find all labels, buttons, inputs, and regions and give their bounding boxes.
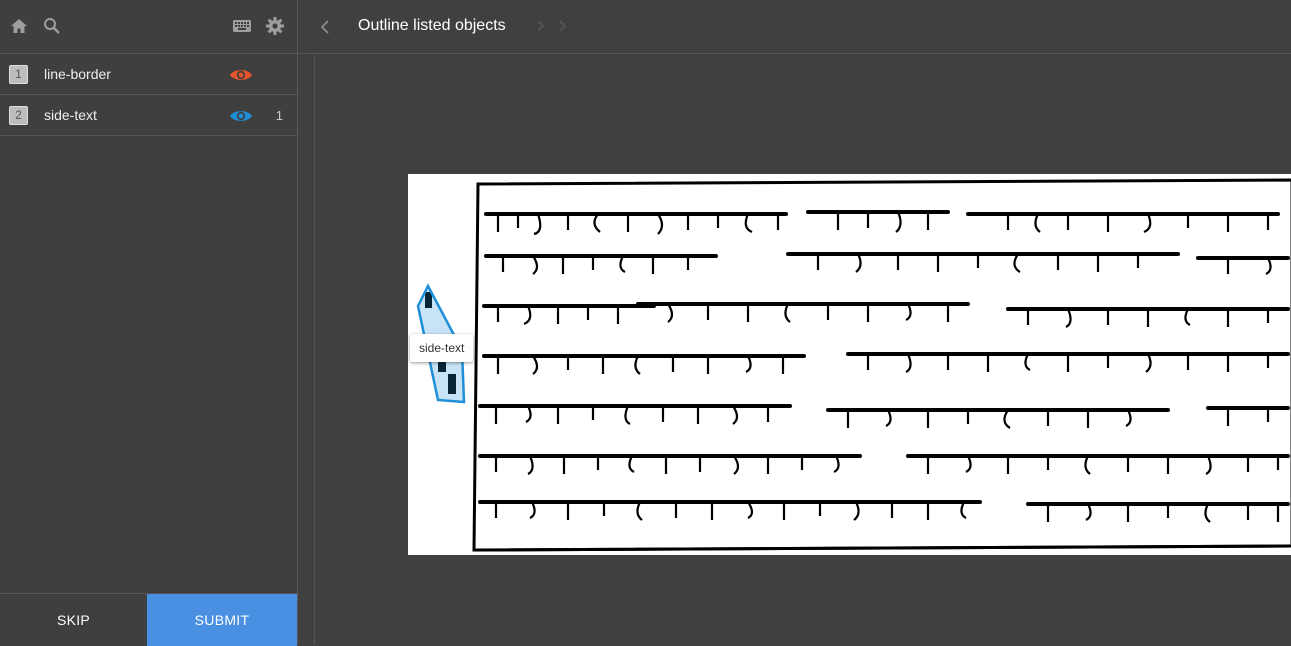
eye-icon[interactable] — [229, 67, 253, 83]
manuscript-graphic — [416, 178, 1291, 552]
gear-icon[interactable] — [265, 16, 285, 36]
hotkey-badge: 1 — [9, 65, 28, 84]
action-bar: SKIP SUBMIT — [0, 593, 298, 646]
eye-icon[interactable] — [229, 108, 253, 124]
label-count: 1 — [275, 108, 283, 123]
sidebar: 1 line-border 2 side-text 1 SKIP SUBMIT — [0, 0, 298, 646]
chevron-right-icon — [537, 20, 566, 32]
chevron-left-icon[interactable] — [318, 17, 332, 37]
label-name: line-border — [44, 66, 111, 82]
annotation-tooltip: side-text — [410, 334, 474, 362]
label-item-side-text[interactable]: 2 side-text 1 — [0, 95, 297, 136]
task-header: Outline listed objects — [298, 0, 1291, 54]
keyboard-icon[interactable] — [232, 16, 252, 36]
hotkey-badge: 2 — [9, 106, 28, 125]
home-icon[interactable] — [9, 16, 29, 36]
submit-button[interactable]: SUBMIT — [147, 594, 297, 646]
manuscript-image[interactable] — [408, 174, 1291, 555]
label-item-line-border[interactable]: 1 line-border — [0, 54, 297, 95]
skip-button[interactable]: SKIP — [0, 594, 147, 646]
label-name: side-text — [44, 107, 97, 123]
sidebar-toolbar — [0, 0, 297, 54]
search-icon[interactable] — [42, 16, 62, 36]
page-title: Outline listed objects — [358, 17, 506, 34]
